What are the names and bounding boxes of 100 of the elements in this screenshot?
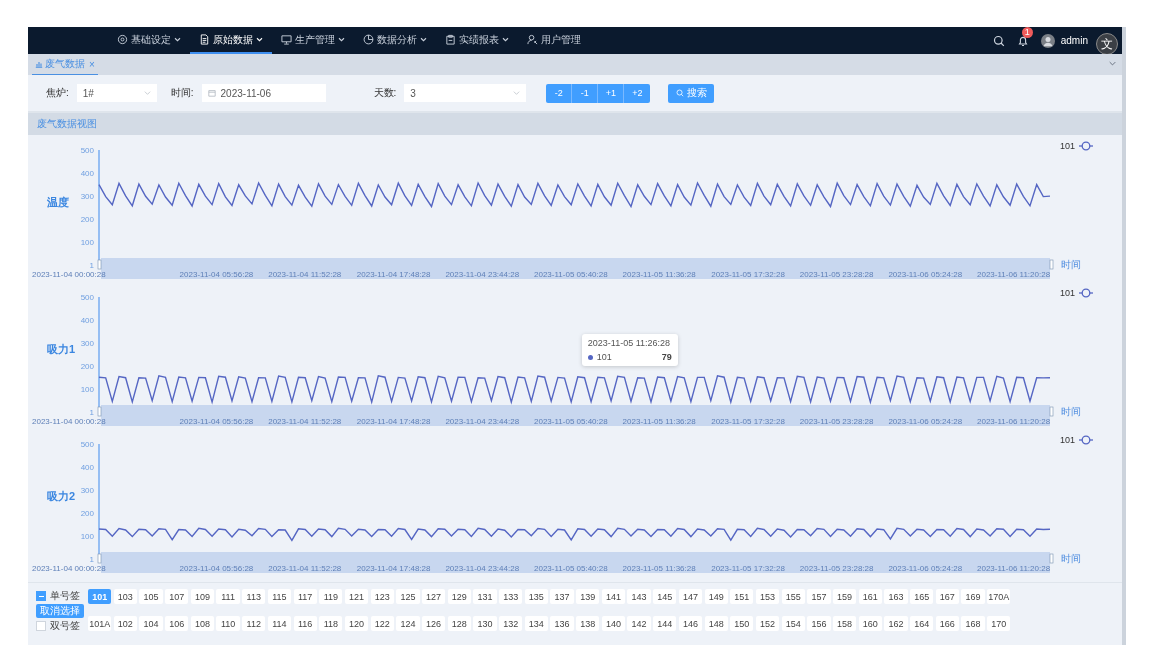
oven-tag[interactable]: 164: [910, 616, 934, 631]
oven-tag[interactable]: 118: [319, 616, 343, 631]
oven-tag[interactable]: 140: [601, 616, 626, 631]
checkbox[interactable]: [36, 621, 46, 631]
nav-menu-item[interactable]: 用户管理: [518, 27, 590, 54]
oven-tag[interactable]: 128: [447, 616, 471, 631]
oven-tag[interactable]: 148: [704, 616, 728, 631]
oven-tag[interactable]: 170: [987, 616, 1011, 631]
select-field[interactable]: 3: [404, 84, 527, 102]
search-icon[interactable]: [992, 34, 1005, 47]
oven-tag[interactable]: 127: [421, 589, 446, 604]
oven-tag[interactable]: 157: [807, 589, 831, 604]
oven-tag[interactable]: 106: [165, 616, 189, 631]
oven-tag[interactable]: 136: [550, 616, 574, 631]
checkbox-label[interactable]: 双号签: [50, 619, 80, 633]
nav-menu-item[interactable]: 数据分析: [354, 27, 436, 54]
slider-handle[interactable]: [97, 553, 102, 564]
oven-tag[interactable]: 130: [473, 616, 497, 631]
bell-icon[interactable]: [1016, 34, 1029, 47]
slider-handle[interactable]: [1049, 553, 1054, 564]
slider-handle[interactable]: [97, 406, 102, 417]
oven-tag[interactable]: 166: [935, 616, 959, 631]
oven-tag[interactable]: 126: [421, 616, 446, 631]
nav-menu-item[interactable]: 实绩报表: [436, 27, 518, 54]
oven-tag[interactable]: 142: [627, 616, 651, 631]
oven-tag[interactable]: 155: [781, 589, 805, 604]
oven-tag[interactable]: 102: [113, 616, 137, 631]
legend-label[interactable]: 101: [1059, 435, 1075, 445]
oven-tag[interactable]: 119: [319, 589, 343, 604]
oven-tag[interactable]: 144: [653, 616, 677, 631]
oven-tag[interactable]: 135: [524, 589, 548, 604]
oven-tag[interactable]: 143: [627, 589, 651, 604]
avatar-icon[interactable]: [1040, 33, 1055, 48]
oven-tag[interactable]: 129: [447, 589, 471, 604]
oven-tag[interactable]: 165: [910, 589, 934, 604]
user-name[interactable]: admin: [1060, 35, 1088, 46]
legend-label[interactable]: 101: [1059, 288, 1075, 298]
oven-tag[interactable]: 110: [216, 616, 240, 631]
oven-tag[interactable]: 121: [344, 589, 369, 604]
oven-tag[interactable]: 147: [678, 589, 703, 604]
oven-tag[interactable]: 114: [267, 616, 292, 631]
x-tick-label: 2023-11-05 11:36:28: [622, 270, 696, 279]
oven-tag[interactable]: 163: [884, 589, 908, 604]
oven-tag[interactable]: 120: [344, 616, 369, 631]
oven-tag[interactable]: 123: [370, 589, 394, 604]
select-field[interactable]: 1#: [76, 84, 157, 102]
oven-tag[interactable]: 124: [396, 616, 420, 631]
oven-tag[interactable]: 101A: [88, 616, 112, 631]
chevron-down-icon[interactable]: [1109, 61, 1116, 66]
oven-tag[interactable]: 105: [139, 589, 163, 604]
oven-tag[interactable]: 150: [730, 616, 754, 631]
checkbox-label[interactable]: 单号签: [50, 589, 80, 603]
slider-handle[interactable]: [1049, 406, 1054, 417]
oven-tag[interactable]: 116: [293, 616, 317, 631]
oven-tag[interactable]: 146: [678, 616, 703, 631]
checkbox[interactable]: [36, 591, 46, 601]
oven-tag[interactable]: 137: [550, 589, 574, 604]
oven-tag[interactable]: 133: [499, 589, 523, 604]
oven-tag[interactable]: 170A: [987, 589, 1011, 604]
oven-tag[interactable]: 104: [139, 616, 163, 631]
oven-tag[interactable]: 111: [216, 589, 240, 604]
oven-tag[interactable]: 131: [473, 589, 497, 604]
oven-tag[interactable]: 153: [755, 589, 780, 604]
gear-icon: [117, 34, 128, 45]
nav-menu-item[interactable]: 生产管理: [272, 27, 354, 54]
oven-tag[interactable]: 141: [601, 589, 626, 604]
slider-handle[interactable]: [97, 259, 102, 270]
oven-tag[interactable]: 168: [961, 616, 985, 631]
oven-tag[interactable]: 162: [884, 616, 908, 631]
oven-tag[interactable]: 108: [190, 616, 215, 631]
slider-handle[interactable]: [1049, 259, 1054, 270]
oven-tag[interactable]: 154: [781, 616, 805, 631]
oven-tag[interactable]: 152: [755, 616, 780, 631]
oven-tag[interactable]: 113: [242, 589, 266, 604]
date-field[interactable]: 2023-11-06: [201, 84, 326, 102]
oven-tag[interactable]: 156: [807, 616, 831, 631]
oven-tag[interactable]: 167: [935, 589, 959, 604]
oven-tag[interactable]: 109: [190, 589, 215, 604]
oven-tag[interactable]: 160: [858, 616, 882, 631]
oven-tag[interactable]: 161: [858, 589, 882, 604]
oven-tag[interactable]: 169: [961, 589, 985, 604]
oven-tag[interactable]: 132: [499, 616, 523, 631]
oven-tag[interactable]: 115: [267, 589, 292, 604]
oven-tag[interactable]: 112: [242, 616, 266, 631]
oven-tag[interactable]: 159: [832, 589, 857, 604]
oven-tag[interactable]: 139: [576, 589, 600, 604]
oven-tag[interactable]: 125: [396, 589, 420, 604]
oven-tag[interactable]: 158: [832, 616, 857, 631]
oven-tag[interactable]: 107: [165, 589, 189, 604]
translate-button[interactable]: 文: [1096, 33, 1118, 55]
oven-tag[interactable]: 149: [704, 589, 728, 604]
oven-tag[interactable]: 122: [370, 616, 394, 631]
oven-tag[interactable]: 134: [524, 616, 548, 631]
legend-label[interactable]: 101: [1059, 141, 1075, 151]
oven-tag[interactable]: 151: [730, 589, 754, 604]
nav-menu-item[interactable]: 基础设定: [108, 27, 190, 54]
oven-tag[interactable]: 117: [293, 589, 317, 604]
oven-tag[interactable]: 103: [113, 589, 137, 604]
oven-tag[interactable]: 138: [576, 616, 600, 631]
oven-tag[interactable]: 145: [653, 589, 677, 604]
